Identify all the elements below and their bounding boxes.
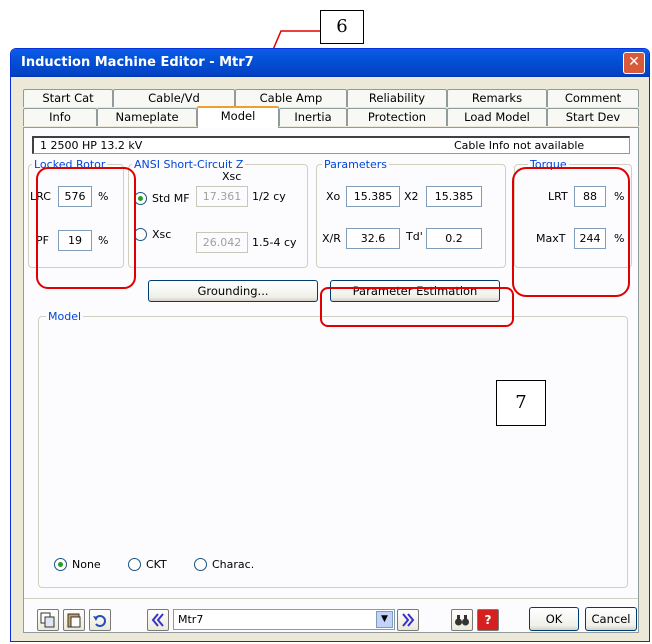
previous-record-button[interactable]: [147, 609, 169, 631]
grounding-button[interactable]: Grounding...: [148, 280, 318, 302]
double-right-arrow-icon: [402, 613, 415, 627]
none-radio[interactable]: [54, 558, 67, 571]
xsc-input: 26.042: [196, 232, 248, 253]
std-mf-input: 17.361: [196, 186, 248, 207]
xo-input[interactable]: 15.385: [346, 186, 400, 207]
parameters-group: [316, 164, 506, 268]
paste-button[interactable]: [63, 609, 85, 631]
copy-icon: [40, 612, 55, 628]
xo-label: Xo: [326, 190, 341, 203]
parameters-title: Parameters: [322, 158, 389, 171]
copy-button[interactable]: [37, 609, 59, 631]
tab-cable-vd[interactable]: Cable/Vd: [113, 89, 235, 107]
locked-rotor-highlight: [36, 167, 136, 289]
record-value: Mtr7: [178, 613, 204, 626]
info-bar: 1 2500 HP 13.2 kV Cable Info not availab…: [32, 136, 630, 154]
machine-info: 1 2500 HP 13.2 kV: [40, 139, 143, 152]
xr-input[interactable]: 32.6: [346, 228, 400, 249]
model-group: [38, 316, 628, 588]
record-select[interactable]: Mtr7 ▼: [173, 609, 395, 630]
none-label: None: [72, 558, 101, 571]
double-left-arrow-icon: [151, 613, 164, 627]
tab-comment[interactable]: Comment: [547, 89, 639, 107]
tab-nameplate[interactable]: Nameplate: [97, 108, 197, 126]
torque-highlight: [512, 167, 630, 297]
tab-start-cat[interactable]: Start Cat: [23, 89, 113, 107]
undo-icon: [93, 615, 106, 627]
ok-button[interactable]: OK: [529, 607, 579, 631]
undo-button[interactable]: [89, 609, 111, 631]
next-record-button[interactable]: [397, 609, 419, 631]
help-button[interactable]: ?: [477, 609, 499, 631]
td-input[interactable]: 0.2: [426, 228, 482, 249]
model-group-title: Model: [46, 310, 84, 323]
x2-input[interactable]: 15.385: [426, 186, 482, 207]
std-mf-label: Std MF: [152, 192, 190, 205]
chevron-down-icon[interactable]: ▼: [376, 611, 393, 628]
std-mf-unit: 1/2 cy: [252, 190, 286, 203]
td-label: Td': [406, 230, 423, 243]
charac-label: Charac.: [212, 558, 255, 571]
cable-info: Cable Info not available: [454, 139, 585, 152]
title-bar[interactable]: Induction Machine Editor - Mtr7 ✕: [11, 49, 649, 77]
tab-remarks[interactable]: Remarks: [447, 89, 547, 107]
close-button[interactable]: ✕: [623, 52, 645, 74]
callout-7: 7: [496, 380, 546, 426]
binoculars-icon: [455, 615, 469, 626]
x2-label: X2: [404, 190, 419, 203]
parameter-estimation-highlight: [320, 287, 514, 327]
charac-radio[interactable]: [194, 558, 207, 571]
xsc-label: Xsc: [152, 228, 172, 241]
ckt-radio[interactable]: [128, 558, 141, 571]
paste-icon: [67, 613, 81, 628]
tab-start-dev[interactable]: Start Dev: [547, 108, 639, 126]
question-mark-icon: ?: [484, 613, 492, 627]
tab-reliability[interactable]: Reliability: [347, 89, 447, 107]
tab-cable-amp[interactable]: Cable Amp: [235, 89, 347, 107]
close-icon: ✕: [628, 54, 640, 70]
ckt-label: CKT: [146, 558, 167, 571]
find-button[interactable]: [451, 609, 473, 631]
xsc-unit: 1.5-4 cy: [252, 236, 297, 249]
tab-load-model[interactable]: Load Model: [447, 108, 547, 126]
xsc-header: Xsc: [222, 170, 242, 183]
tab-info[interactable]: Info: [23, 108, 97, 126]
xr-label: X/R: [322, 232, 341, 245]
window-title: Induction Machine Editor - Mtr7: [21, 55, 254, 70]
editor-window: Induction Machine Editor - Mtr7 ✕ Start …: [10, 48, 650, 642]
cancel-button[interactable]: Cancel: [585, 607, 637, 631]
tab-model[interactable]: Model: [197, 106, 279, 128]
tab-inertia[interactable]: Inertia: [279, 108, 347, 126]
tab-protection[interactable]: Protection: [347, 108, 447, 126]
